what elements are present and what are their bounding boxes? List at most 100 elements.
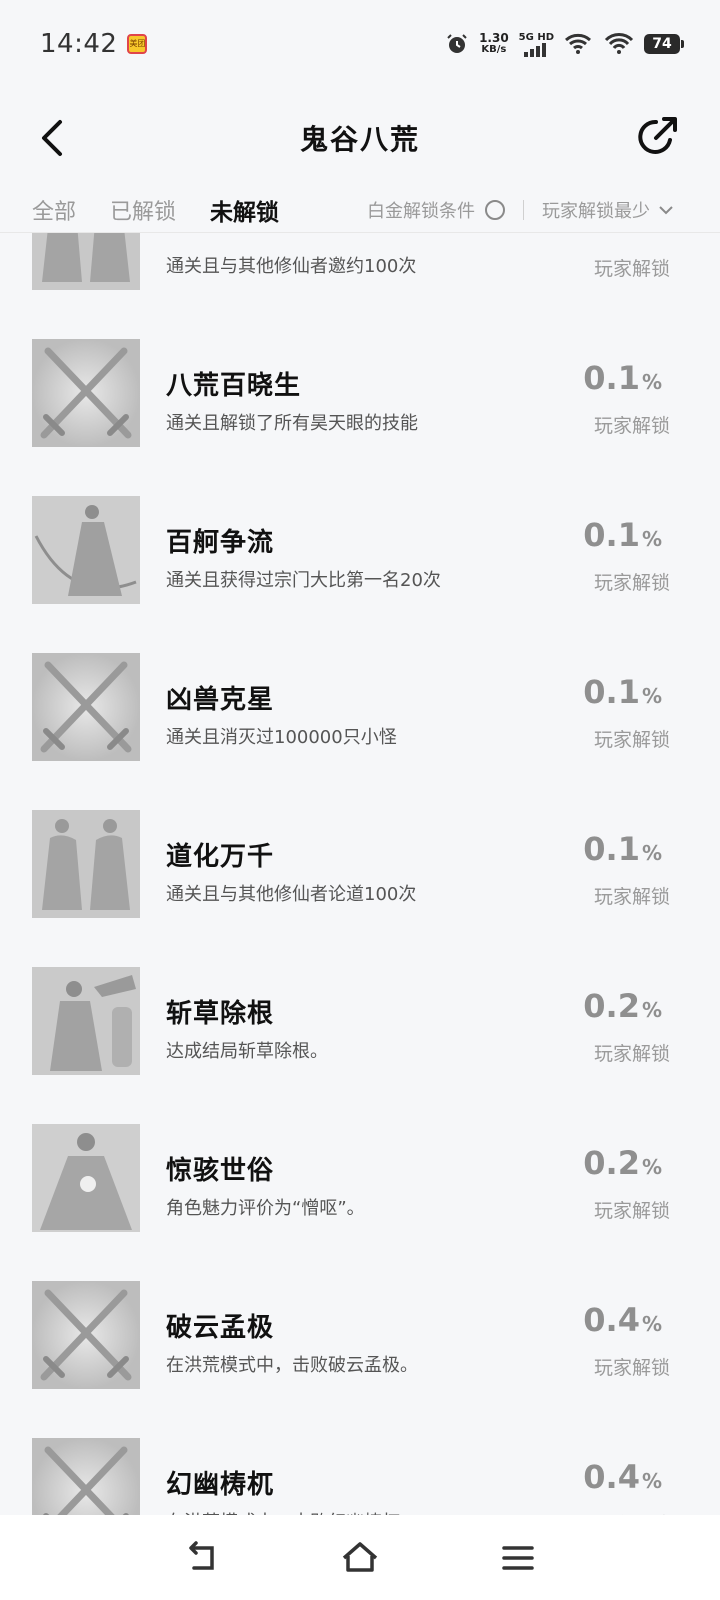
achievement-description: 通关且与其他修仙者论道100次 [166,884,417,905]
unlock-percentage-value: 0.1 [583,516,640,554]
two-figures-icon [32,810,140,918]
achievement-description: 通关且与其他修仙者邀约100次 [166,256,417,277]
back-arrow-icon[interactable] [32,116,76,160]
achievement-title: 惊骇世俗 [166,1156,275,1186]
unlock-percentage: 0.1% [583,830,662,868]
achievement-description: 角色魅力评价为“憎呕”。 [166,1198,365,1219]
crossed-swords-icon [32,339,140,447]
achievement-list[interactable]: 通关且与其他修仙者邀约100次 玩家解锁 八荒百晓生 通关且解锁了所有昊天眼的技能 0.… [0,233,720,1515]
achievement-title: 凶兽克星 [166,685,275,715]
achievement-description: 在洪荒模式中，击败幻幽梼杌。 [166,1508,418,1515]
unlock-label: 玩家解锁 [593,572,670,594]
filter-divider [523,200,524,220]
unlock-label: 玩家解锁 [593,1357,670,1379]
achievement-item[interactable]: 百舸争流通关且获得过宗门大比第一名20次 0.1% 玩家解锁 [0,452,720,609]
percent-sign: % [641,370,662,394]
signal-bars-icon [524,42,547,57]
percent-sign: % [641,1155,662,1179]
unlock-percentage: 0.1% [583,359,662,397]
achievement-item[interactable]: 八荒百晓生通关且解锁了所有昊天眼的技能 0.1% 玩家解锁 [0,295,720,452]
two-figures-icon [32,233,140,290]
achievement-description: 通关且解锁了所有昊天眼的技能 [166,413,418,434]
unlock-percentage: 0.2% [583,987,662,1025]
alarm-icon [447,34,467,53]
tab-unlocked[interactable]: 已解锁 [110,194,176,226]
nav-menu-icon[interactable] [494,1534,542,1582]
unlock-percentage-value: 0.1 [583,830,640,868]
unlock-label: 玩家解锁 [593,729,670,751]
crossed-swords-icon [32,1438,140,1515]
achievement-title: 破云孟极 [166,1313,275,1343]
percent-sign: % [641,527,662,551]
crossed-swords-icon [32,1281,140,1389]
achievement-thumbnail [32,496,140,604]
unlock-percentage: 0.1% [583,516,662,554]
percent-sign: % [641,1312,662,1336]
achievement-thumbnail [32,653,140,761]
achievement-item[interactable]: 凶兽克星通关且消灭过100000只小怪 0.1% 玩家解锁 [0,609,720,766]
status-time: 14:42 [40,29,118,59]
robed-figure-icon [32,1124,140,1232]
achievement-item[interactable]: 惊骇世俗角色魅力评价为“憎呕”。 0.2% 玩家解锁 [0,1080,720,1237]
wifi-plus-icon [565,33,591,54]
share-icon[interactable] [634,114,680,160]
achievement-description: 通关且获得过宗门大比第一名20次 [166,570,441,591]
unlock-label: 玩家解锁 [593,1043,670,1065]
unlock-label: 玩家解锁 [593,1200,670,1222]
crossed-swords-icon [32,653,140,761]
achievement-thumbnail [32,967,140,1075]
achievement-item[interactable]: 破云孟极在洪荒模式中，击败破云孟极。 0.4% 玩家解锁 [0,1237,720,1394]
unlock-percentage: 0.1% [583,673,662,711]
nav-back-icon[interactable] [178,1534,226,1582]
sort-dropdown[interactable]: 玩家解锁最少 [542,197,650,223]
achievement-item[interactable]: 通关且与其他修仙者邀约100次 玩家解锁 [0,233,720,295]
achievement-thumbnail [32,1281,140,1389]
unlock-percentage: 0.4% [583,1301,662,1339]
tab-bar: 全部 已解锁 未解锁 白金解锁条件 玩家解锁最少 [0,188,720,232]
app-notification-icon: 美团 [127,34,148,54]
unlock-label: 玩家解锁 [593,258,670,280]
unlock-percentage-value: 0.4 [583,1301,640,1339]
achievement-title: 百舸争流 [166,528,275,558]
tab-locked[interactable]: 未解锁 [210,193,279,227]
unlock-percentage: 0.2% [583,1144,662,1182]
chevron-down-icon[interactable] [658,204,674,216]
page-title: 鬼谷八荒 [299,123,420,156]
achievement-description: 在洪荒模式中，击败破云孟极。 [166,1355,418,1376]
achievement-item[interactable]: 道化万千通关且与其他修仙者论道100次 0.1% 玩家解锁 [0,766,720,923]
achievement-list-content: 通关且与其他修仙者邀约100次 玩家解锁 八荒百晓生 通关且解锁了所有昊天眼的技能 0.… [0,233,720,1515]
achievement-description: 达成结局斩草除根。 [166,1041,328,1062]
achievement-item[interactable]: 斩草除根达成结局斩草除根。 0.2% 玩家解锁 [0,923,720,1080]
achievement-title: 道化万千 [166,842,275,872]
unlock-label: 玩家解锁 [593,886,670,908]
unlock-percentage-value: 0.1 [583,673,640,711]
percent-sign: % [641,684,662,708]
unlock-percentage: 0.4% [583,1458,662,1496]
unlock-percentage-value: 0.1 [583,359,640,397]
platinum-condition-toggle[interactable] [485,200,505,220]
wifi-icon [604,33,634,54]
signal-5g: 5G HD [519,32,554,57]
network-speed: 1.30 KB/s [479,31,509,55]
filter-bar: 白金解锁条件 玩家解锁最少 [367,197,720,223]
achievement-thumbnail [32,233,140,290]
percent-sign: % [641,1469,662,1493]
achievement-title: 斩草除根 [166,999,275,1029]
achievement-item[interactable]: 幻幽梼杌在洪荒模式中，击败幻幽梼杌。0.4%玩家解锁 [0,1394,720,1515]
achievement-title: 八荒百晓生 [166,371,302,401]
system-nav-bar [0,1515,720,1600]
achievement-thumbnail [32,810,140,918]
achievement-title: 幻幽梼杌 [166,1470,275,1500]
nav-home-icon[interactable] [336,1534,384,1582]
percent-sign: % [641,998,662,1022]
percent-sign: % [641,841,662,865]
page-header: 鬼谷八荒 [0,88,720,188]
achievement-thumbnail [32,1124,140,1232]
tab-all[interactable]: 全部 [32,194,76,226]
battery-icon: 74 [644,34,684,54]
achievement-description: 通关且消灭过100000只小怪 [166,727,397,748]
achievement-thumbnail [32,339,140,447]
swordsman-icon [32,496,140,604]
achievement-thumbnail [32,1438,140,1515]
unlock-label: 玩家解锁 [593,415,670,437]
